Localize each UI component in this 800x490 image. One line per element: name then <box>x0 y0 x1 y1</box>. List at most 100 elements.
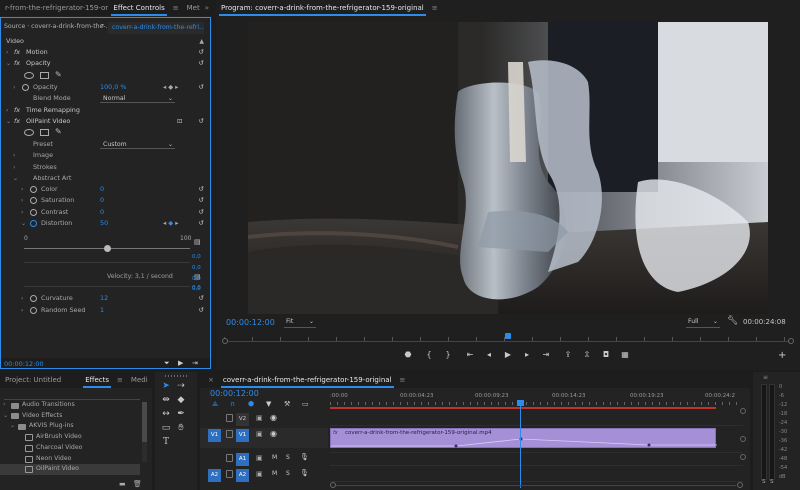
extract-icon[interactable]: ⇫ <box>581 350 593 360</box>
mark-in-icon[interactable]: { <box>423 350 435 360</box>
work-area-bar[interactable] <box>330 407 716 409</box>
lock-icon[interactable] <box>226 454 233 462</box>
effects-list-item[interactable]: ⌄ AKVIS Plug-ins <box>0 421 140 432</box>
stopwatch-icon[interactable] <box>22 84 29 91</box>
chevron-icon[interactable]: › <box>3 400 5 411</box>
sync-lock-icon[interactable]: ▣ <box>256 470 263 478</box>
step-forward-icon[interactable]: ▸ <box>521 350 533 360</box>
captions-icon[interactable]: ▭ <box>302 400 309 408</box>
chevron-down-icon[interactable]: ⌄ <box>21 218 26 230</box>
program-scrubber[interactable] <box>222 333 794 345</box>
solo-button[interactable]: S <box>286 470 290 477</box>
keyframe-nav-icon[interactable]: ◂ ◆ ▸ <box>163 82 178 94</box>
compare-icon[interactable]: ▦ <box>619 350 631 360</box>
go-to-in-icon[interactable]: ⇤ <box>464 350 476 360</box>
chevron-icon[interactable]: ⌄ <box>10 421 15 432</box>
source-patch-toggle[interactable]: V1 <box>208 429 221 442</box>
chevron-right-icon[interactable]: › <box>13 150 15 162</box>
stopwatch-icon[interactable] <box>30 186 37 193</box>
reset-icon[interactable]: ↺ <box>199 195 204 207</box>
effect-motion[interactable]: › fx Motion ↺ <box>0 47 212 59</box>
panel-menu-icon[interactable]: ≡ <box>170 4 182 12</box>
chevron-right-icon[interactable]: › <box>6 47 8 59</box>
effect-menu-icon[interactable]: ⊡ <box>177 116 182 128</box>
lock-icon[interactable] <box>226 430 233 438</box>
playhead-icon[interactable] <box>505 333 511 339</box>
chevron-right-icon[interactable]: › <box>21 195 23 207</box>
reset-icon[interactable]: ↺ <box>199 82 204 94</box>
effects-list-item[interactable]: ⌄ Video Effects <box>0 411 140 422</box>
type-tool-icon[interactable]: T <box>160 436 172 448</box>
chevron-right-icon[interactable]: › <box>21 305 23 317</box>
mute-button[interactable]: M <box>272 470 277 477</box>
pen-tool-icon[interactable]: ✒ <box>175 408 187 420</box>
reset-icon[interactable]: ↺ <box>199 305 204 317</box>
range-end-icon[interactable] <box>788 338 794 344</box>
chevron-right-icon[interactable]: › <box>21 293 23 305</box>
group-abstract-art[interactable]: ⌄ Abstract Art <box>0 173 212 185</box>
reset-icon[interactable]: ↺ <box>199 184 204 196</box>
export-icon[interactable]: ⇥ <box>192 359 198 367</box>
scroll-handle-top[interactable] <box>740 408 746 414</box>
tab-source-clip[interactable]: r-from-the-refrigerator-159-original.mp4 <box>0 0 108 16</box>
stopwatch-icon[interactable] <box>30 209 37 216</box>
reset-icon[interactable]: ↺ <box>199 293 204 305</box>
hand-tool-icon[interactable]: ✋︎ <box>175 422 187 434</box>
slip-tool-icon[interactable]: ↔ <box>160 408 172 420</box>
effect-opacity[interactable]: ⌄ fx Opacity ↺ <box>0 58 212 70</box>
solo-button[interactable]: S <box>286 454 290 461</box>
track-select-tool-icon[interactable]: ⇢ <box>175 380 187 392</box>
meter-menu-icon[interactable]: ≡ <box>763 374 768 381</box>
ellipse-mask-icon[interactable] <box>24 129 34 136</box>
effects-list-item[interactable]: Charcoal Video <box>0 443 140 454</box>
effect-controls-timecode[interactable]: 00:00:12:00 <box>4 360 44 368</box>
timeline-playhead-icon[interactable] <box>517 400 524 406</box>
razor-tool-icon[interactable]: ◆ <box>175 394 187 406</box>
tab-sequence[interactable]: coverr-a-drink-from-the-refrigerator-159… <box>218 372 397 388</box>
track-target-toggle[interactable]: A2 <box>236 469 249 482</box>
more-tabs-icon[interactable]: » <box>205 4 212 12</box>
filter-icon[interactable]: ⏷ <box>164 359 170 368</box>
play-icon[interactable]: ▶ <box>502 350 514 360</box>
track-target-toggle[interactable]: V2 <box>236 413 249 426</box>
curvature-value[interactable]: 12 <box>100 293 108 305</box>
chevron-right-icon[interactable]: › <box>21 207 23 219</box>
eye-icon[interactable]: ◉ <box>270 429 277 438</box>
tab-effects[interactable]: Effects <box>80 372 114 388</box>
effect-time-remapping[interactable]: › fx Time Remapping <box>0 105 212 117</box>
scroll-up-icon[interactable]: ▲ <box>199 36 204 48</box>
lock-icon[interactable] <box>226 414 233 422</box>
effects-list-item[interactable]: › Audio Transitions <box>0 400 140 411</box>
delete-icon[interactable]: 🗑︎ <box>133 480 142 488</box>
random-seed-value[interactable]: 1 <box>100 305 104 317</box>
source-patch-toggle[interactable]: A2 <box>208 469 221 482</box>
distortion-value[interactable]: 50 <box>100 218 108 230</box>
track-target-toggle[interactable]: V1 <box>236 429 249 442</box>
solo-left-button[interactable]: S <box>762 479 766 485</box>
rectangle-mask-icon[interactable] <box>40 72 49 79</box>
tab-media[interactable]: Medi <box>126 372 152 388</box>
tab-project[interactable]: Project: Untitled <box>0 372 66 388</box>
wrench-icon[interactable]: 🔧︎ <box>727 316 738 326</box>
slider-handle[interactable] <box>103 245 111 252</box>
close-icon[interactable]: × <box>200 376 218 384</box>
panel-menu-icon[interactable]: ≡ <box>397 376 409 384</box>
reset-icon[interactable]: ↺ <box>199 116 204 128</box>
ripple-edit-tool-icon[interactable]: ⇹ <box>160 394 172 406</box>
rectangle-tool-icon[interactable]: ▭ <box>160 422 172 434</box>
add-button-icon[interactable]: + <box>778 350 786 361</box>
panel-menu-icon[interactable]: ≡ <box>114 376 126 384</box>
lift-icon[interactable]: ⇪ <box>562 350 574 360</box>
chevron-right-icon[interactable]: › <box>13 82 15 94</box>
reset-icon[interactable]: ↺ <box>199 218 204 230</box>
group-image[interactable]: › Image <box>0 150 212 162</box>
add-marker-icon[interactable]: ⬢ <box>248 400 254 408</box>
chevron-icon[interactable]: ⌄ <box>3 411 8 422</box>
chevron-down-icon[interactable]: ⌄ <box>6 58 11 70</box>
effects-list-item[interactable]: AirBrush Video <box>0 432 140 443</box>
sync-lock-icon[interactable]: ▣ <box>256 430 263 438</box>
graph-menu-icon[interactable]: ▤ <box>194 238 201 246</box>
eye-icon[interactable]: ◉ <box>270 413 277 422</box>
microphone-icon[interactable]: 🎙︎ <box>300 469 309 477</box>
scroll-handle-bottom[interactable] <box>740 454 746 460</box>
